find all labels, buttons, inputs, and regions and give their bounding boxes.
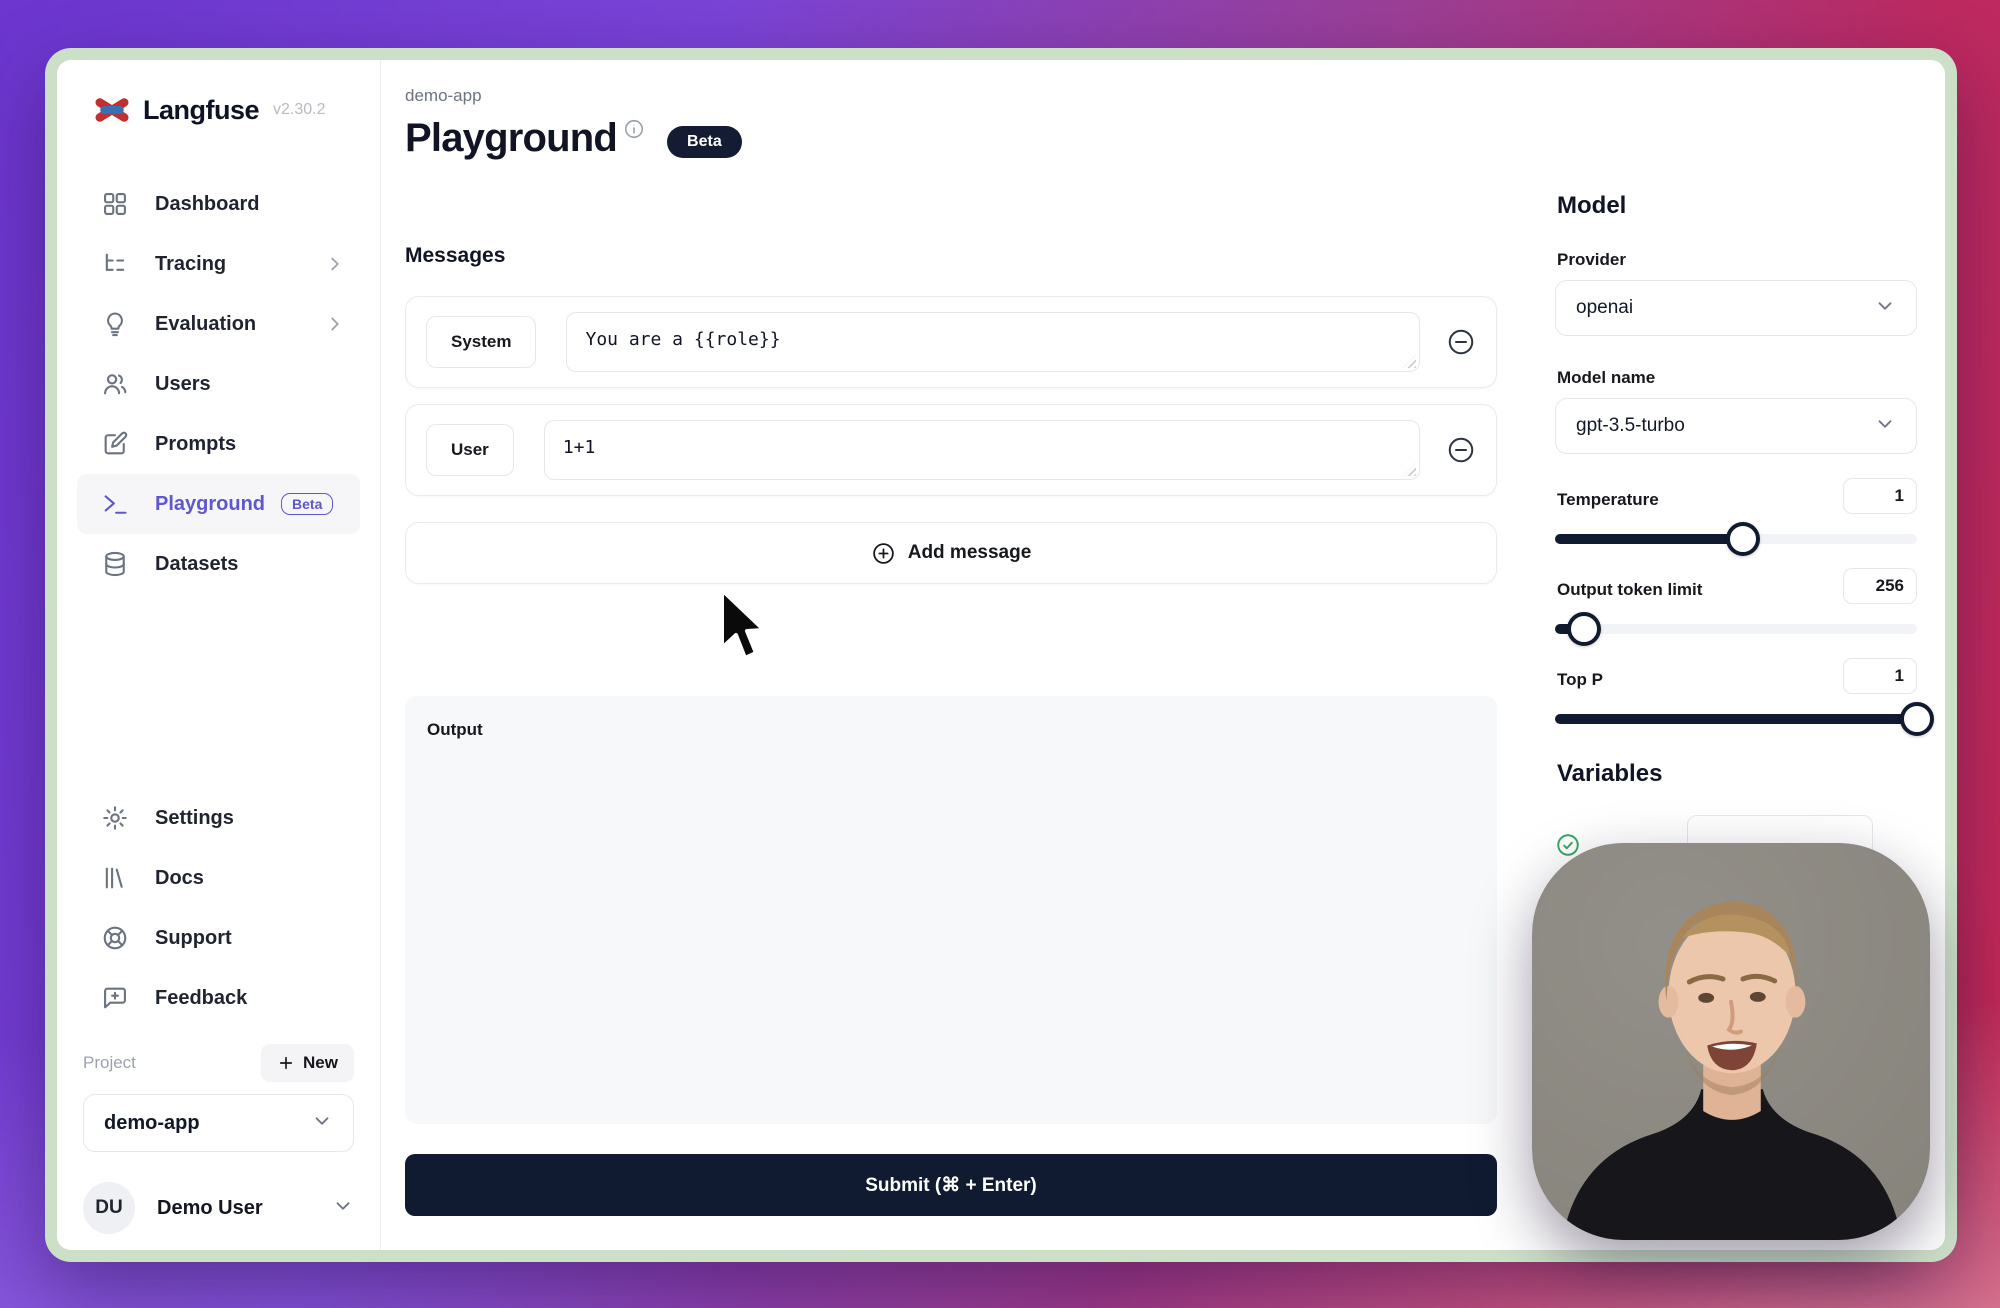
top-p-slider[interactable]	[1555, 702, 1917, 736]
sidebar-item-dashboard[interactable]: Dashboard	[77, 174, 360, 234]
remove-message-button[interactable]	[1446, 435, 1476, 465]
add-message-button[interactable]: Add message	[405, 522, 1497, 584]
message-row-user: User 1+1	[405, 404, 1497, 496]
user-menu[interactable]: DU Demo User	[83, 1182, 354, 1234]
submit-button[interactable]: Submit (⌘ + Enter)	[405, 1154, 1497, 1216]
feedback-icon	[101, 984, 129, 1012]
model-panel-title: Model	[1557, 192, 1626, 220]
messages-section-title: Messages	[405, 244, 505, 268]
provider-select-value: openai	[1576, 297, 1633, 319]
output-token-limit-label: Output token limit	[1557, 580, 1702, 600]
main-content: demo-app Playground Beta Messages System…	[405, 60, 1497, 1250]
output-label: Output	[427, 720, 1475, 740]
top-p-value[interactable]: 1	[1843, 658, 1917, 694]
message-row-system: System You are a {{role}}	[405, 296, 1497, 388]
project-select-value: demo-app	[104, 1112, 200, 1135]
tracing-icon	[101, 250, 129, 278]
project-row: Project New	[83, 1044, 354, 1082]
sidebar-nav: Dashboard Tracing Evaluation	[57, 174, 380, 594]
sidebar-item-datasets[interactable]: Datasets	[77, 534, 360, 594]
brand-name: Langfuse	[143, 95, 259, 126]
info-icon[interactable]	[623, 118, 645, 145]
plus-circle-icon	[871, 541, 896, 566]
sidebar: Langfuse v2.30.2 Dashboard Tracing	[57, 60, 381, 1250]
message-textarea-user[interactable]: 1+1	[544, 420, 1420, 480]
sidebar-item-feedback[interactable]: Feedback	[77, 968, 360, 1028]
logo-row: Langfuse v2.30.2	[93, 94, 380, 126]
sidebar-item-tracing[interactable]: Tracing	[77, 234, 360, 294]
chevron-right-icon	[324, 313, 346, 335]
webcam-overlay	[1532, 843, 1930, 1240]
sidebar-item-prompts[interactable]: Prompts	[77, 414, 360, 474]
sidebar-item-docs[interactable]: Docs	[77, 848, 360, 908]
chevron-down-icon	[311, 1110, 333, 1137]
settings-icon	[101, 804, 129, 832]
docs-icon	[101, 864, 129, 892]
output-token-limit-value[interactable]: 256	[1843, 568, 1917, 604]
variables-title: Variables	[1557, 760, 1662, 788]
project-select[interactable]: demo-app	[83, 1094, 354, 1152]
remove-message-button[interactable]	[1446, 327, 1476, 357]
chevron-down-icon	[332, 1195, 354, 1222]
top-p-label: Top P	[1557, 670, 1603, 690]
page-title: Playground	[405, 116, 617, 161]
user-name: Demo User	[157, 1197, 263, 1220]
prompts-icon	[101, 430, 129, 458]
sidebar-bottom: Settings Docs Support	[57, 788, 380, 1234]
temperature-label: Temperature	[1557, 490, 1659, 510]
slider-thumb[interactable]	[1567, 612, 1601, 646]
playground-beta-badge: Beta	[281, 493, 333, 515]
langfuse-logo-icon	[93, 94, 131, 126]
sidebar-item-settings[interactable]: Settings	[77, 788, 360, 848]
beta-badge: Beta	[667, 126, 742, 158]
evaluation-icon	[101, 310, 129, 338]
webcam-person	[1532, 843, 1930, 1240]
project-label: Project	[83, 1053, 136, 1073]
new-project-button[interactable]: New	[261, 1044, 354, 1082]
sidebar-item-evaluation[interactable]: Evaluation	[77, 294, 360, 354]
dashboard-icon	[101, 190, 129, 218]
model-name-label: Model name	[1557, 368, 1655, 388]
datasets-icon	[101, 550, 129, 578]
minus-circle-icon	[1446, 435, 1476, 465]
sidebar-item-support[interactable]: Support	[77, 908, 360, 968]
temperature-value[interactable]: 1	[1843, 478, 1917, 514]
provider-label: Provider	[1557, 250, 1626, 270]
sidebar-item-playground[interactable]: Playground Beta	[77, 474, 360, 534]
breadcrumb[interactable]: demo-app	[405, 86, 482, 106]
users-icon	[101, 370, 129, 398]
role-button-system[interactable]: System	[426, 316, 536, 368]
minus-circle-icon	[1446, 327, 1476, 357]
message-textarea-system[interactable]: You are a {{role}}	[566, 312, 1420, 372]
sidebar-item-users[interactable]: Users	[77, 354, 360, 414]
slider-thumb[interactable]	[1900, 702, 1934, 736]
model-name-select[interactable]: gpt-3.5-turbo	[1555, 398, 1917, 454]
mouse-cursor	[718, 588, 772, 664]
title-row: Playground Beta	[405, 116, 742, 161]
chevron-down-icon	[1874, 295, 1896, 322]
temperature-slider[interactable]	[1555, 522, 1917, 556]
provider-select[interactable]: openai	[1555, 280, 1917, 336]
output-panel: Output	[405, 696, 1497, 1124]
app-version: v2.30.2	[273, 101, 325, 119]
support-icon	[101, 924, 129, 952]
model-name-select-value: gpt-3.5-turbo	[1576, 415, 1685, 437]
chevron-right-icon	[324, 253, 346, 275]
output-token-limit-slider[interactable]	[1555, 612, 1917, 646]
slider-thumb[interactable]	[1726, 522, 1760, 556]
playground-icon	[101, 490, 129, 518]
avatar: DU	[83, 1182, 135, 1234]
role-button-user[interactable]: User	[426, 424, 514, 476]
plus-icon	[277, 1054, 295, 1072]
chevron-down-icon	[1874, 413, 1896, 440]
